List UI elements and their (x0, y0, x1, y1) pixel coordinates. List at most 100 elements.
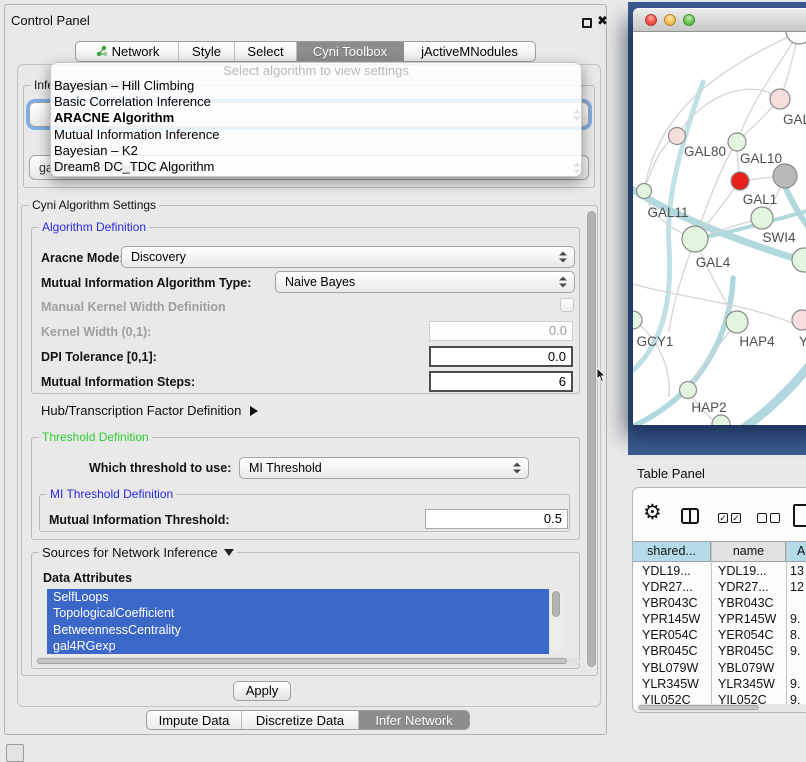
network-node[interactable] (770, 89, 790, 109)
mi-type-label: Mutual Information Algorithm Type: (41, 276, 251, 290)
application-window: Control Panel ✖ Network Style Select (0, 0, 806, 762)
combo-arrows-icon (559, 277, 567, 288)
algorithm-option[interactable]: Bayesian – K2 (51, 143, 581, 159)
document-icon[interactable] (793, 504, 806, 527)
tab-discretize-data[interactable]: Discretize Data (242, 711, 359, 729)
table-cell: YLR345W (642, 676, 699, 692)
table-cell: YDR27... (642, 579, 693, 595)
gear-icon[interactable]: ⚙ (643, 502, 662, 523)
tab-jactivemnodules[interactable]: jActiveMNodules (404, 42, 535, 61)
network-node[interactable] (728, 133, 746, 151)
combo-value: MI Threshold (249, 461, 322, 475)
tab-infer-network[interactable]: Infer Network (359, 711, 469, 729)
tab-cyni-toolbox[interactable]: Cyni Toolbox (297, 42, 404, 61)
zoom-window-icon[interactable] (683, 14, 695, 26)
table-row[interactable]: YBR043CYBR043C (633, 595, 806, 611)
attributes-vscrollbar[interactable] (551, 589, 562, 654)
network-node[interactable] (786, 32, 806, 44)
mi-steps-label: Mutual Information Steps: (41, 375, 195, 389)
attributes-hscrollbar[interactable] (35, 657, 580, 666)
network-node[interactable] (682, 226, 708, 252)
select-all-columns-icon[interactable]: ✓ (731, 513, 741, 523)
table-hscrollbar-thumb[interactable] (639, 705, 759, 710)
network-node[interactable] (731, 172, 749, 190)
tab-network[interactable]: Network (76, 42, 179, 61)
network-canvas[interactable]: GAL80GAL10GALGAL11GAL1SWI4GAL4GCY1HAP4YH… (633, 32, 806, 425)
deselect-all-columns-icon[interactable] (757, 513, 767, 523)
minimize-window-icon[interactable] (664, 14, 676, 26)
data-attribute-item-selected[interactable]: TopologicalCoefficient (47, 605, 549, 621)
split-columns-icon[interactable] (681, 508, 699, 524)
column-header-partial[interactable]: A (787, 541, 806, 562)
table-row[interactable]: YPR145WYPR145W9. (633, 611, 806, 627)
close-window-icon[interactable] (645, 14, 657, 26)
collapsed-panel-icon[interactable] (6, 744, 24, 762)
tab-label: Style (192, 44, 221, 59)
tab-style[interactable]: Style (179, 42, 235, 61)
mi-steps-field[interactable]: 6 (429, 371, 573, 392)
manual-kernel-checkbox[interactable] (560, 298, 574, 312)
algorithm-option[interactable]: Basic Correlation Inference (51, 94, 581, 110)
float-panel-icon[interactable] (582, 18, 592, 28)
tab-impute-data[interactable]: Impute Data (147, 711, 242, 729)
table-row[interactable]: YER054CYER054C8. (633, 627, 806, 643)
table-row[interactable]: YDL19...YDL19...13 (633, 563, 806, 579)
data-attribute-item-selected[interactable]: gal4RGexp (47, 638, 549, 654)
network-node[interactable] (773, 164, 797, 188)
table-row[interactable]: YIL052CYIL052C9. (633, 692, 806, 704)
column-header-name[interactable]: name (712, 541, 786, 562)
control-panel: Control Panel ✖ Network Style Select (4, 4, 607, 735)
table-row[interactable]: YBL079WYBL079W (633, 660, 806, 676)
attributes-vscrollbar-thumb[interactable] (552, 591, 560, 617)
table-cell: YIL052C (718, 692, 767, 704)
data-attributes-list[interactable]: SelfLoopsTopologicalCoefficientBetweenne… (47, 589, 549, 654)
mi-threshold-field[interactable]: 0.5 (425, 509, 568, 529)
algorithm-option[interactable]: ARACNE Algorithm (51, 110, 581, 126)
table-panel-title: Table Panel (637, 466, 705, 481)
tab-select[interactable]: Select (235, 42, 297, 61)
apply-button[interactable]: Apply (233, 681, 291, 701)
settings-scrollbar[interactable] (586, 209, 597, 669)
select-all-columns-icon[interactable]: ✓ (718, 513, 728, 523)
table-row[interactable]: YDR27...YDR27...12 (633, 579, 806, 595)
network-node[interactable] (680, 382, 697, 399)
dpi-tolerance-label: DPI Tolerance [0,1]: (41, 350, 157, 364)
sources-expander[interactable]: Sources for Network Inference (39, 545, 237, 560)
settings-scrollbar-thumb[interactable] (587, 211, 596, 667)
control-panel-tabbar: Network Style Select Cyni Toolbox jActiv… (75, 41, 536, 62)
attributes-hscrollbar-thumb[interactable] (37, 658, 567, 664)
network-node-label: GAL4 (696, 255, 731, 270)
column-header-shared-name[interactable]: shared... (633, 541, 711, 562)
table-row[interactable]: YBR045CYBR045C9. (633, 643, 806, 659)
close-panel-icon[interactable]: ✖ (597, 13, 608, 29)
network-graph: GAL80GAL10GALGAL11GAL1SWI4GAL4GCY1HAP4YH… (633, 32, 806, 425)
network-node[interactable] (792, 248, 806, 272)
which-threshold-combobox[interactable]: MI Threshold (239, 457, 529, 479)
hub-factor-expander[interactable]: Hub/Transcription Factor Definition (41, 403, 258, 418)
network-node[interactable] (669, 128, 686, 145)
network-node[interactable] (792, 310, 806, 330)
network-node[interactable] (751, 207, 773, 229)
table-cell: 9. (790, 676, 800, 692)
dpi-tolerance-field[interactable]: 0.0 (429, 346, 573, 367)
mi-threshold-label: Mutual Information Threshold: (49, 513, 230, 527)
kernel-width-field[interactable]: 0.0 (429, 321, 573, 341)
deselect-all-columns-icon[interactable] (770, 513, 780, 523)
table-cell: YDL19... (642, 563, 691, 579)
network-node[interactable] (637, 184, 652, 199)
algorithm-option[interactable]: Mutual Information Inference (51, 127, 581, 143)
mi-type-combobox[interactable]: Naive Bayes (275, 271, 575, 293)
network-node-label: GCY1 (637, 334, 674, 349)
table-hscrollbar[interactable] (637, 704, 806, 712)
algorithm-dropdown-popup: Select algorithm to view settings Bayesi… (50, 62, 582, 177)
network-node[interactable] (726, 311, 748, 333)
data-attribute-item-selected[interactable]: BetweennessCentrality (47, 622, 549, 638)
algorithm-option[interactable]: Bayesian – Hill Climbing (51, 78, 581, 94)
table-row[interactable]: YLR345WYLR345W9. (633, 676, 806, 692)
mouse-cursor (596, 368, 607, 383)
data-attribute-item-selected[interactable]: SelfLoops (47, 589, 549, 605)
aracne-mode-combobox[interactable]: Discovery (121, 246, 575, 268)
algorithm-option[interactable]: Dream8 DC_TDC Algorithm (51, 159, 581, 175)
network-node[interactable] (712, 415, 730, 425)
network-window-titlebar[interactable] (633, 8, 806, 32)
